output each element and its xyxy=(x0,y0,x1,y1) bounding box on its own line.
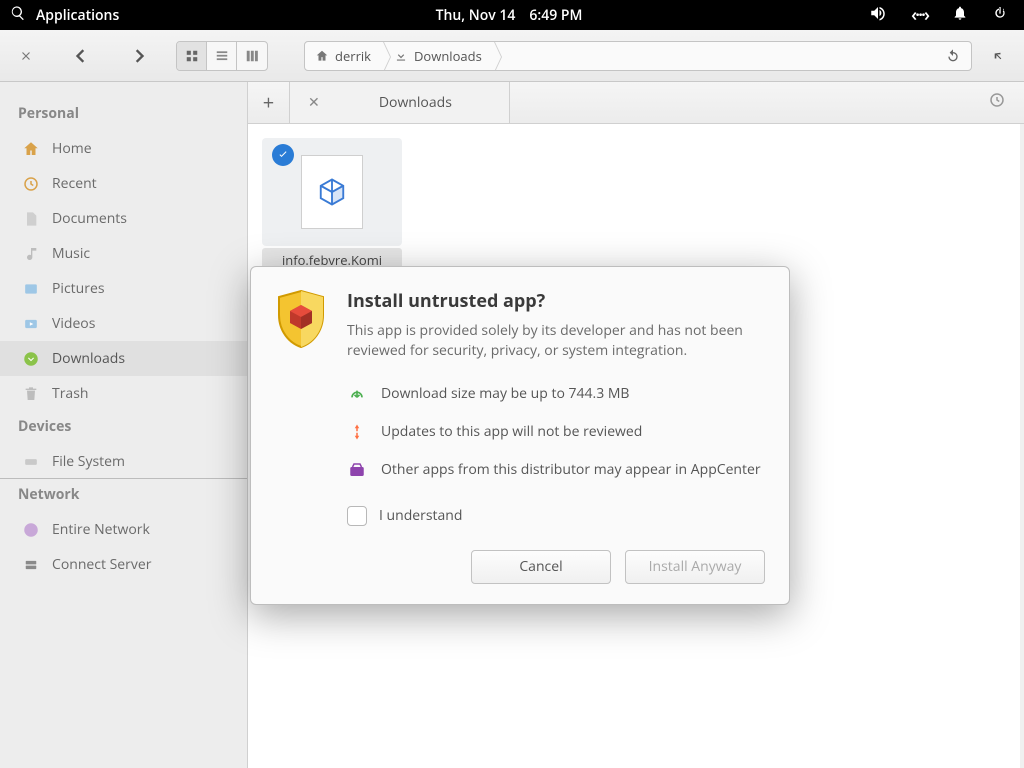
drive-icon xyxy=(22,453,40,471)
sidebar-item-pictures[interactable]: Pictures xyxy=(0,271,247,306)
forward-button[interactable] xyxy=(122,38,158,74)
view-columns-icon[interactable] xyxy=(237,42,267,70)
dialog-row-text: Other apps from this distributor may app… xyxy=(381,460,761,479)
sidebar-item-recent[interactable]: Recent xyxy=(0,166,247,201)
sidebar-item-label: Downloads xyxy=(52,349,125,368)
new-tab-button[interactable]: + xyxy=(248,82,290,123)
back-button[interactable] xyxy=(62,38,98,74)
tab-downloads[interactable]: ✕ Downloads xyxy=(290,82,510,123)
sidebar-item-label: Music xyxy=(52,244,90,263)
breadcrumb-label: derrik xyxy=(335,47,371,65)
sidebar-item-label: Documents xyxy=(52,209,127,228)
updates-warning-icon xyxy=(347,422,367,442)
view-mode-switcher[interactable] xyxy=(176,41,268,71)
search-icon[interactable] xyxy=(10,5,26,26)
sidebar-item-label: File System xyxy=(52,452,125,471)
dialog-row-text: Download size may be up to 744.3 MB xyxy=(381,384,629,403)
sidebar-item-documents[interactable]: Documents xyxy=(0,201,247,236)
sidebar-item-videos[interactable]: Videos xyxy=(0,306,247,341)
sidebar-item-label: Recent xyxy=(52,174,97,193)
server-icon xyxy=(22,556,40,574)
button-label: Cancel xyxy=(519,557,562,576)
unmaximize-icon[interactable] xyxy=(980,38,1016,74)
sidebar-item-music[interactable]: Music xyxy=(0,236,247,271)
history-icon[interactable] xyxy=(988,91,1006,114)
sidebar-item-connect-server[interactable]: Connect Server xyxy=(0,547,247,582)
cancel-button[interactable]: Cancel xyxy=(471,550,611,584)
power-icon[interactable] xyxy=(992,5,1008,26)
sidebar-item-filesystem[interactable]: File System xyxy=(0,444,247,479)
sidebar-item-home[interactable]: Home xyxy=(0,131,247,166)
dialog-title: Install untrusted app? xyxy=(347,289,765,313)
trash-icon xyxy=(22,385,40,403)
sidebar-item-label: Home xyxy=(52,139,92,158)
file-item[interactable]: info.febvre.Komi xyxy=(262,138,402,272)
tab-label: Downloads xyxy=(379,93,452,112)
install-untrusted-dialog: Install untrusted app? This app is provi… xyxy=(250,266,790,605)
videos-icon xyxy=(22,315,40,333)
understand-label: I understand xyxy=(379,506,462,525)
sidebar-header-personal: Personal xyxy=(0,98,247,131)
clock-icon xyxy=(22,175,40,193)
selected-check-icon xyxy=(272,144,294,166)
sidebar-header-devices: Devices xyxy=(0,411,247,444)
view-list-icon[interactable] xyxy=(207,42,237,70)
sidebar-item-label: Entire Network xyxy=(52,520,150,539)
volume-icon[interactable] xyxy=(869,4,887,27)
notifications-icon[interactable] xyxy=(952,5,968,26)
path-bar[interactable]: derrik Downloads xyxy=(304,41,972,71)
tab-close-icon[interactable]: ✕ xyxy=(308,93,320,112)
globe-icon xyxy=(22,521,40,539)
understand-checkbox[interactable] xyxy=(347,506,367,526)
button-label: Install Anyway xyxy=(649,557,742,576)
install-anyway-button[interactable]: Install Anyway xyxy=(625,550,765,584)
sidebar-item-network[interactable]: Entire Network xyxy=(0,512,247,547)
breadcrumb-downloads[interactable]: Downloads xyxy=(384,42,495,70)
appcenter-icon xyxy=(347,460,367,480)
shield-warning-icon xyxy=(275,289,327,349)
sidebar-item-trash[interactable]: Trash xyxy=(0,376,247,411)
sidebar-item-label: Connect Server xyxy=(52,555,151,574)
view-grid-icon[interactable] xyxy=(177,42,207,70)
panel-date[interactable]: Thu, Nov 14 xyxy=(436,6,516,25)
close-window-icon[interactable] xyxy=(8,38,44,74)
sidebar-item-downloads[interactable]: Downloads xyxy=(0,341,247,376)
applications-menu[interactable]: Applications xyxy=(36,6,119,25)
scrollbar[interactable] xyxy=(1020,124,1024,768)
download-size-icon xyxy=(347,384,367,404)
dialog-body: This app is provided solely by its devel… xyxy=(347,321,765,362)
sidebar-item-label: Videos xyxy=(52,314,95,333)
downloads-icon xyxy=(22,350,40,368)
breadcrumb-label: Downloads xyxy=(414,47,482,65)
document-icon xyxy=(22,210,40,228)
home-icon xyxy=(22,140,40,158)
sidebar-item-label: Trash xyxy=(52,384,88,403)
pictures-icon xyxy=(22,280,40,298)
refresh-icon[interactable] xyxy=(935,48,971,64)
dialog-row-text: Updates to this app will not be reviewed xyxy=(381,422,642,441)
breadcrumb-home[interactable]: derrik xyxy=(305,42,384,70)
network-icon[interactable]: ‹···› xyxy=(911,3,928,27)
music-icon xyxy=(22,245,40,263)
sidebar-header-network: Network xyxy=(0,479,247,512)
sidebar-item-label: Pictures xyxy=(52,279,105,298)
panel-time[interactable]: 6:49 PM xyxy=(529,6,582,25)
